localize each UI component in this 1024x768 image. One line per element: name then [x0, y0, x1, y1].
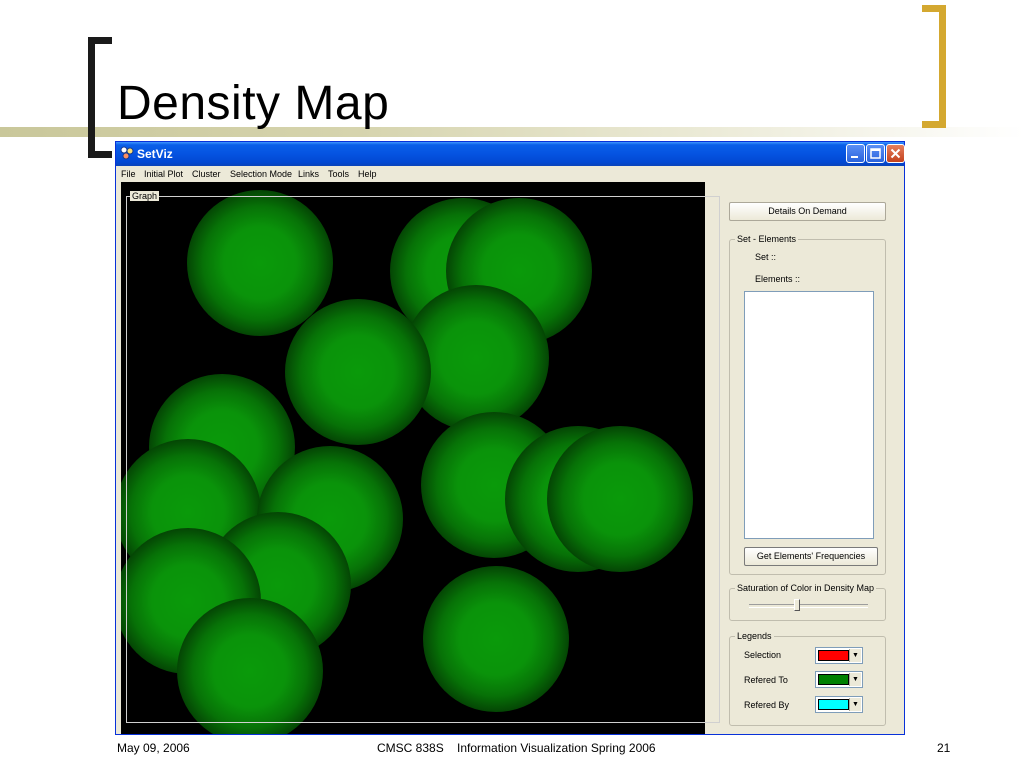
close-button[interactable] — [886, 144, 905, 163]
minimize-icon — [851, 156, 858, 158]
maximize-button[interactable] — [866, 144, 885, 163]
selection-color-swatch — [818, 650, 849, 661]
menu-tools[interactable]: Tools — [328, 168, 349, 181]
chevron-down-icon[interactable]: ▼ — [849, 698, 861, 711]
window-titlebar[interactable]: SetViz — [116, 142, 905, 166]
selection-color-picker[interactable]: ▼ — [815, 647, 863, 664]
close-icon — [890, 148, 901, 159]
details-on-demand-button[interactable]: Details On Demand — [729, 202, 886, 221]
left-bracket-decoration — [88, 37, 112, 158]
refered-to-color-picker[interactable]: ▼ — [815, 671, 863, 688]
app-icon — [120, 146, 134, 160]
legend-selection-label: Selection — [744, 650, 782, 660]
get-elements-frequencies-button[interactable]: Get Elements' Frequencies — [744, 547, 878, 566]
refered-by-color-picker[interactable]: ▼ — [815, 696, 863, 713]
saturation-slider-track[interactable] — [749, 604, 868, 608]
density-blob — [285, 299, 431, 445]
refered-by-color-swatch — [818, 699, 849, 710]
legend-refered-by-label: Refered By — [744, 700, 790, 710]
setviz-window: SetViz File Initial Plot Cluster Selecti… — [115, 141, 905, 735]
footer-page-number: 21 — [937, 741, 951, 755]
minimize-button[interactable] — [846, 144, 865, 163]
menu-cluster[interactable]: Cluster — [192, 168, 221, 181]
density-blob — [423, 566, 569, 712]
density-map-canvas[interactable] — [121, 182, 705, 734]
menu-help[interactable]: Help — [358, 168, 377, 181]
menu-selection-mode[interactable]: Selection Mode — [230, 168, 292, 181]
elements-list[interactable] — [744, 291, 874, 539]
saturation-group-label: Saturation of Color in Density Map — [735, 583, 877, 593]
density-blob — [177, 598, 323, 734]
menu-file[interactable]: File — [121, 168, 136, 181]
chevron-down-icon[interactable]: ▼ — [849, 649, 861, 662]
density-blob — [547, 426, 693, 572]
window-title: SetViz — [137, 147, 173, 161]
right-bracket-decoration — [922, 5, 946, 128]
elements-label: Elements :: — [755, 274, 801, 284]
chevron-down-icon[interactable]: ▼ — [849, 673, 861, 686]
slide-title: Density Map — [117, 77, 390, 130]
footer-course: CMSC 838S Information Visualization Spri… — [377, 741, 656, 755]
set-elements-group-label: Set - Elements — [735, 234, 799, 244]
maximize-icon — [870, 148, 881, 159]
footer-date: May 09, 2006 — [117, 741, 190, 755]
legends-group-label: Legends — [735, 631, 774, 641]
graph-group-label: Graph — [130, 191, 160, 201]
set-label: Set :: — [755, 252, 777, 262]
refered-to-color-swatch — [818, 674, 849, 685]
legend-refered-to-label: Refered To — [744, 675, 788, 685]
menu-links[interactable]: Links — [298, 168, 319, 181]
menu-initial-plot[interactable]: Initial Plot — [144, 168, 183, 181]
density-blob — [187, 190, 333, 336]
saturation-slider-thumb[interactable] — [793, 599, 800, 611]
